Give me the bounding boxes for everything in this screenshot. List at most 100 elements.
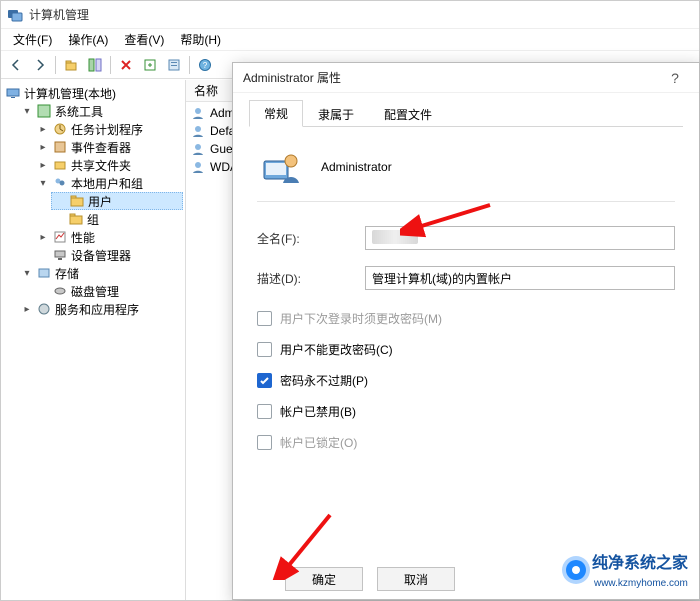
tree-item-label: 存储	[55, 265, 79, 282]
tree-item-label: 本地用户和组	[71, 175, 143, 192]
tree-shared-folders[interactable]: ▸ 共享文件夹	[35, 156, 183, 174]
tree-item-label: 事件查看器	[71, 139, 131, 156]
tree-item-label: 组	[87, 211, 99, 228]
tree-services-apps[interactable]: ▸ 服务和应用程序	[19, 300, 183, 318]
check-label: 帐户已锁定(O)	[280, 434, 357, 451]
description-label: 描述(D):	[257, 270, 365, 287]
dialog-titlebar[interactable]: Administrator 属性 ?	[233, 63, 699, 93]
chevron-right-icon[interactable]: ▸	[37, 159, 49, 171]
checkbox-icon[interactable]	[257, 373, 272, 388]
tree-local-users-groups[interactable]: ▾ 本地用户和组	[35, 174, 183, 192]
help-button-icon[interactable]: ?	[661, 63, 689, 93]
checkbox-icon[interactable]	[257, 342, 272, 357]
description-field[interactable]	[365, 266, 675, 290]
tree-item-label: 性能	[71, 229, 95, 246]
toolbar-separator	[55, 56, 56, 74]
check-cannot-change-pw[interactable]: 用户不能更改密码(C)	[257, 341, 675, 358]
chevron-down-icon[interactable]: ▾	[21, 267, 33, 279]
tree-root[interactable]: 计算机管理(本地)	[3, 84, 183, 102]
tree-item-label: 磁盘管理	[71, 283, 119, 300]
tree-storage[interactable]: ▾ 存储	[19, 264, 183, 282]
ok-button[interactable]: 确定	[285, 567, 363, 591]
chevron-right-icon[interactable]: ▸	[21, 303, 33, 315]
tab-general[interactable]: 常规	[249, 100, 303, 127]
folder-icon	[69, 193, 85, 209]
svg-text:?: ?	[203, 61, 208, 70]
event-icon	[52, 139, 68, 155]
users-icon	[52, 175, 68, 191]
tree-item-label: 共享文件夹	[71, 157, 131, 174]
help-icon[interactable]: ?	[194, 54, 216, 76]
clock-icon	[52, 121, 68, 137]
menu-help[interactable]: 帮助(H)	[172, 29, 229, 50]
export-icon[interactable]	[139, 54, 161, 76]
device-icon	[52, 247, 68, 263]
properties-dialog: Administrator 属性 ? 常规 隶属于 配置文件 Administr…	[232, 62, 700, 600]
user-icon	[190, 123, 206, 139]
tree-disk-management[interactable]: 磁盘管理	[35, 282, 183, 300]
delete-icon[interactable]	[115, 54, 137, 76]
toolbar-separator	[189, 56, 190, 74]
disk-icon	[52, 283, 68, 299]
watermark: 纯净系统之家 www.kzmyhome.com	[566, 549, 688, 591]
tab-member-of[interactable]: 隶属于	[303, 101, 369, 127]
menu-file[interactable]: 文件(F)	[5, 29, 60, 50]
folder-icon	[68, 211, 84, 227]
fullname-label: 全名(F):	[257, 230, 365, 247]
check-label: 密码永不过期(P)	[280, 372, 368, 389]
chevron-right-icon[interactable]: ▸	[37, 141, 49, 153]
properties-icon[interactable]	[163, 54, 185, 76]
show-hide-tree-icon[interactable]	[84, 54, 106, 76]
check-label: 用户不能更改密码(C)	[280, 341, 393, 358]
tree-users[interactable]: 用户	[51, 192, 183, 210]
user-icon	[190, 141, 206, 157]
menubar: 文件(F) 操作(A) 查看(V) 帮助(H)	[1, 29, 699, 51]
tree-performance[interactable]: ▸ 性能	[35, 228, 183, 246]
tree-event-viewer[interactable]: ▸ 事件查看器	[35, 138, 183, 156]
forward-icon[interactable]	[29, 54, 51, 76]
share-icon	[52, 157, 68, 173]
window-title: 计算机管理	[29, 6, 89, 23]
check-label: 帐户已禁用(B)	[280, 403, 356, 420]
watermark-url: www.kzmyhome.com	[594, 578, 688, 589]
tree-pane[interactable]: 计算机管理(本地) ▾ 系统工具 ▸ 任务计划程序 ▸ 事件查看器	[1, 80, 186, 600]
computer-icon	[5, 85, 21, 101]
toolbar-separator	[110, 56, 111, 74]
tree-task-scheduler[interactable]: ▸ 任务计划程序	[35, 120, 183, 138]
tree-groups[interactable]: 组	[51, 210, 183, 228]
check-account-locked: 帐户已锁定(O)	[257, 434, 675, 451]
fullname-field[interactable]	[365, 226, 675, 250]
check-label: 用户下次登录时须更改密码(M)	[280, 310, 442, 327]
app-icon	[7, 7, 23, 23]
tools-icon	[36, 103, 52, 119]
chevron-right-icon[interactable]: ▸	[37, 123, 49, 135]
tab-panel-general: Administrator 全名(F): 描述(D): 用户下次登录时须更改密码…	[249, 127, 683, 477]
cancel-button[interactable]: 取消	[377, 567, 455, 591]
tree-device-manager[interactable]: 设备管理器	[35, 246, 183, 264]
tree-item-label: 用户	[88, 193, 112, 210]
back-icon[interactable]	[5, 54, 27, 76]
chevron-down-icon[interactable]: ▾	[21, 105, 33, 117]
redacted-text	[372, 230, 418, 244]
menu-view[interactable]: 查看(V)	[116, 29, 172, 50]
user-large-icon	[261, 147, 301, 187]
main-titlebar: 计算机管理	[1, 1, 699, 29]
checkbox-icon[interactable]	[257, 404, 272, 419]
tree-item-label: 任务计划程序	[71, 121, 143, 138]
tree-item-label: 设备管理器	[71, 247, 131, 264]
chevron-right-icon[interactable]: ▸	[37, 231, 49, 243]
watermark-logo-icon	[566, 560, 586, 580]
up-icon[interactable]	[60, 54, 82, 76]
chevron-down-icon[interactable]: ▾	[37, 177, 49, 189]
tree-root-label: 计算机管理(本地)	[24, 85, 116, 102]
perf-icon	[52, 229, 68, 245]
checkbox-icon	[257, 435, 272, 450]
tree-system-tools[interactable]: ▾ 系统工具	[19, 102, 183, 120]
storage-icon	[36, 265, 52, 281]
tree-item-label: 服务和应用程序	[55, 301, 139, 318]
watermark-text: 纯净系统之家	[592, 555, 688, 572]
check-pw-never-expires[interactable]: 密码永不过期(P)	[257, 372, 675, 389]
menu-action[interactable]: 操作(A)	[60, 29, 116, 50]
check-account-disabled[interactable]: 帐户已禁用(B)	[257, 403, 675, 420]
tab-profile[interactable]: 配置文件	[369, 101, 447, 127]
